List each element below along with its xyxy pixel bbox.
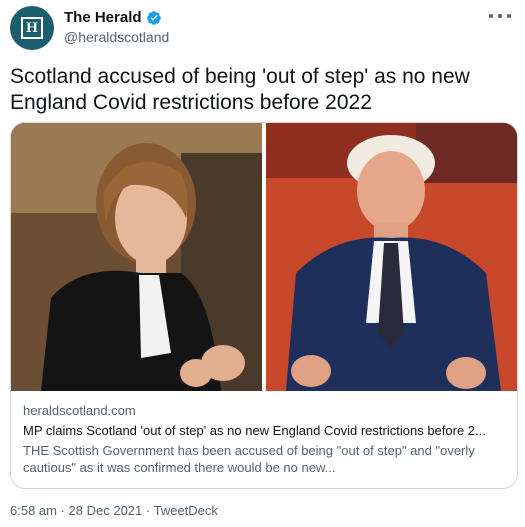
woman-speaking-illustration <box>11 123 262 391</box>
author-names: The Herald @heraldscotland <box>64 9 169 45</box>
verified-badge-icon <box>146 10 161 25</box>
dot <box>498 14 502 18</box>
tweet-text: Scotland accused of being 'out of step' … <box>10 65 470 114</box>
avatar[interactable]: H <box>10 6 54 50</box>
meta-separator: · <box>142 503 154 518</box>
more-options-icon[interactable] <box>489 8 511 24</box>
card-domain: heraldscotland.com <box>23 403 136 418</box>
card-meta[interactable]: heraldscotland.com MP claims Scotland 'o… <box>11 391 517 488</box>
handle[interactable]: @heraldscotland <box>64 29 169 45</box>
dot <box>489 14 493 18</box>
card-description: THE Scottish Government has been accused… <box>23 443 475 475</box>
card-images[interactable] <box>11 123 517 391</box>
tweet-timestamp: 6:58 am · 28 Dec 2021 · TweetDeck <box>10 503 218 518</box>
meta-separator: · <box>56 503 69 518</box>
tweet-header: H The Herald @heraldscotland <box>10 6 515 50</box>
dot <box>507 14 511 18</box>
tweet-date[interactable]: 28 Dec 2021 <box>69 503 143 518</box>
link-card[interactable]: heraldscotland.com MP claims Scotland 'o… <box>10 122 518 489</box>
display-name[interactable]: The Herald <box>64 9 142 26</box>
display-name-row: The Herald <box>64 9 169 26</box>
card-photo-right[interactable] <box>266 123 517 391</box>
tweet-time[interactable]: 6:58 am <box>10 503 57 518</box>
herald-logo-icon: H <box>21 17 43 39</box>
card-title: MP claims Scotland 'out of step' as no n… <box>23 423 486 438</box>
card-photo-left[interactable] <box>11 123 262 391</box>
man-standing-illustration <box>266 123 517 391</box>
tweet-source: TweetDeck <box>153 503 218 518</box>
